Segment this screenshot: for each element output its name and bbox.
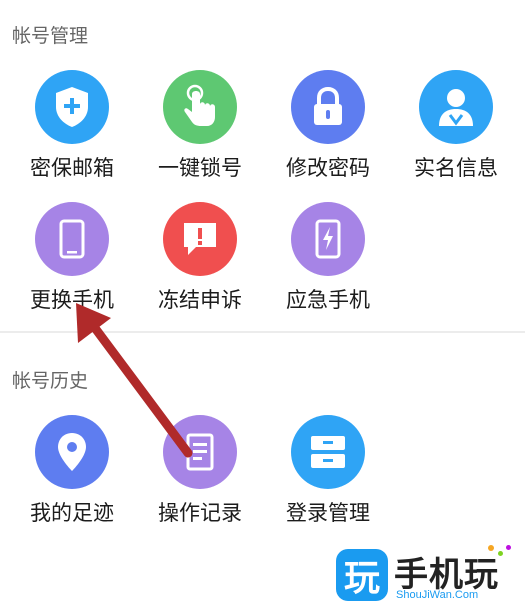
tile-label: 操作记录 <box>158 501 242 525</box>
emergency-phone-icon <box>291 202 365 276</box>
tile-label: 更换手机 <box>30 288 114 312</box>
section-title-account: 帐号管理 <box>12 25 89 47</box>
tap-hand-icon <box>163 70 237 144</box>
watermark-url: ShouJiWan.Com <box>396 589 479 601</box>
drawer-icon <box>291 415 365 489</box>
watermark-logo: 玩 手机玩 ShouJiWan.Com <box>336 545 516 603</box>
lock-icon <box>291 70 365 144</box>
tile-my-footprint[interactable]: 我的足迹 <box>8 415 136 543</box>
tile-label: 密保邮箱 <box>30 156 114 180</box>
phone-icon <box>35 202 109 276</box>
decor-dot <box>498 551 503 556</box>
tile-login-management[interactable]: 登录管理 <box>264 415 392 543</box>
tile-label: 冻结申诉 <box>158 288 242 312</box>
decor-dot <box>506 545 511 550</box>
location-pin-icon <box>35 415 109 489</box>
tile-label: 修改密码 <box>286 156 370 180</box>
tile-label: 一键锁号 <box>158 156 242 180</box>
tile-change-password[interactable]: 修改密码 <box>264 70 392 198</box>
watermark-badge: 玩 <box>336 549 388 601</box>
tile-real-name-info[interactable]: 实名信息 <box>392 70 520 198</box>
tile-security-email[interactable]: 密保邮箱 <box>8 70 136 198</box>
section-title-history: 帐号历史 <box>12 370 89 392</box>
tile-label: 我的足迹 <box>30 501 114 525</box>
tile-label: 实名信息 <box>414 156 498 180</box>
document-icon <box>163 415 237 489</box>
tile-label: 应急手机 <box>286 288 370 312</box>
tile-change-phone[interactable]: 更换手机 <box>8 202 136 330</box>
tile-label: 登录管理 <box>286 501 370 525</box>
alert-message-icon <box>163 202 237 276</box>
tile-operation-record[interactable]: 操作记录 <box>136 415 264 543</box>
id-person-icon <box>419 70 493 144</box>
shield-plus-icon <box>35 70 109 144</box>
decor-dot <box>488 545 494 551</box>
section-divider <box>0 331 525 333</box>
tile-one-click-lock[interactable]: 一键锁号 <box>136 70 264 198</box>
tile-freeze-appeal[interactable]: 冻结申诉 <box>136 202 264 330</box>
tile-emergency-phone[interactable]: 应急手机 <box>264 202 392 330</box>
